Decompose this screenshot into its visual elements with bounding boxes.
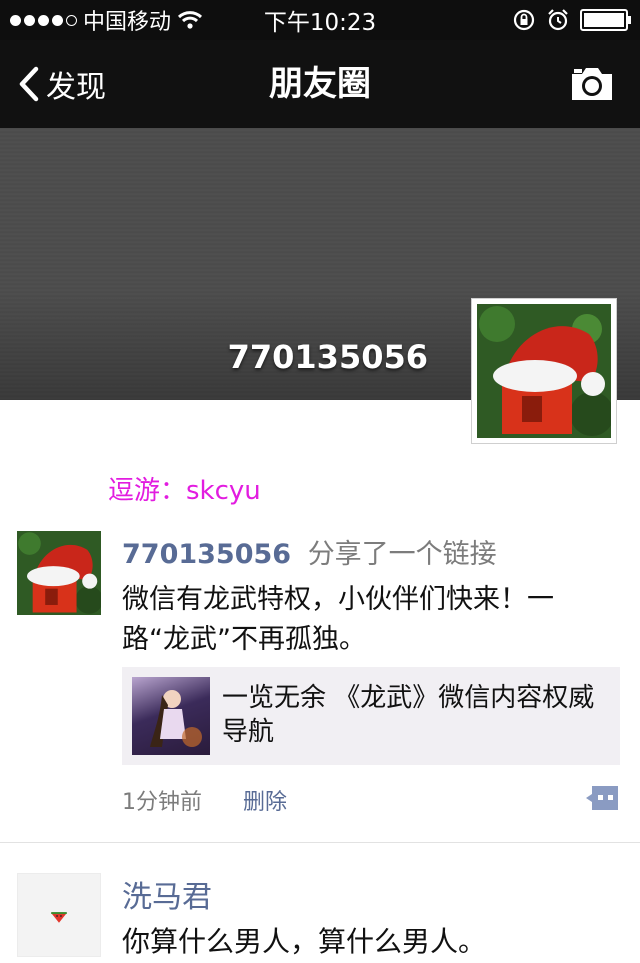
avatar[interactable]: [17, 873, 101, 957]
wifi-icon: [177, 11, 203, 29]
link-title: 一览无余 《龙武》微信内容权威导航: [222, 683, 595, 747]
post-username[interactable]: 770135056: [122, 539, 291, 570]
post-timestamp: 1分钟前: [122, 790, 202, 815]
nav-bar: 发现 朋友圈: [0, 40, 640, 128]
battery-icon: [580, 9, 631, 31]
delete-link[interactable]: 删除: [243, 790, 287, 815]
camera-icon[interactable]: [568, 64, 616, 104]
profile-name: 770135056: [227, 338, 428, 376]
shared-link-card[interactable]: 一览无余 《龙武》微信内容权威导航: [122, 667, 620, 765]
divider: [0, 842, 640, 843]
status-right: [512, 8, 640, 32]
chevron-left-icon: [19, 66, 39, 102]
post-text: 微信有龙武特权，小伙伴们快来！一路“龙武”不再孤独。: [122, 584, 554, 655]
watermelon-avatar-icon: [51, 912, 67, 923]
post-action-text: 分享了一个链接: [307, 539, 497, 570]
promo-text: 逗游：skcyu: [108, 476, 261, 506]
comment-icon[interactable]: [584, 784, 620, 812]
santa-hat-avatar-icon: [477, 304, 614, 438]
status-bar: 中国移动 下午10:23: [0, 0, 640, 40]
post-header: 770135056 分享了一个链接: [122, 532, 497, 571]
avatar[interactable]: [17, 531, 103, 615]
back-label: 发现: [46, 70, 106, 105]
post-meta: 1分钟前 删除: [122, 784, 287, 816]
profile-avatar[interactable]: [471, 298, 617, 444]
status-left: 中国移动: [0, 4, 203, 36]
carrier-label: 中国移动: [83, 10, 172, 35]
link-thumbnail: [132, 677, 210, 755]
rotation-lock-icon: [513, 9, 535, 31]
post-username[interactable]: 洗马君: [122, 872, 212, 916]
post-text: 你算什么男人，算什么男人。: [122, 925, 487, 958]
back-button[interactable]: 发现: [18, 40, 106, 128]
santa-hat-avatar-icon: [17, 531, 103, 615]
signal-strength-icon: [10, 14, 77, 26]
alarm-icon: [548, 9, 568, 31]
character-thumbnail-icon: [150, 690, 202, 747]
